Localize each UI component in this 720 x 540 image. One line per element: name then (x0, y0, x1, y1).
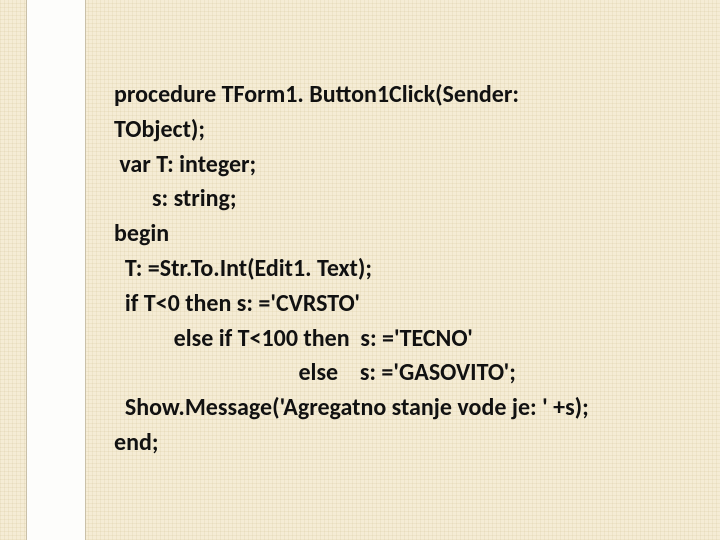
code-line: else if T<100 then s: ='TECNO' (114, 322, 694, 357)
code-line: TObject); (114, 113, 694, 148)
code-line: procedure TForm1. Button1Click(Sender: (114, 78, 694, 113)
decorative-vertical-stripe (26, 0, 86, 540)
code-line: if T<0 then s: ='CVRSTO' (114, 287, 694, 322)
code-line: var T: integer; (114, 148, 694, 183)
code-block: procedure TForm1. Button1Click(Sender: T… (114, 78, 694, 461)
code-line: else s: ='GASOVITO'; (114, 356, 694, 391)
code-line: s: string; (114, 182, 694, 217)
code-line: Show.Message('Agregatno stanje vode je: … (114, 391, 694, 426)
code-line: end; (114, 426, 694, 461)
code-line: begin (114, 217, 694, 252)
code-line: T: =Str.To.Int(Edit1. Text); (114, 252, 694, 287)
